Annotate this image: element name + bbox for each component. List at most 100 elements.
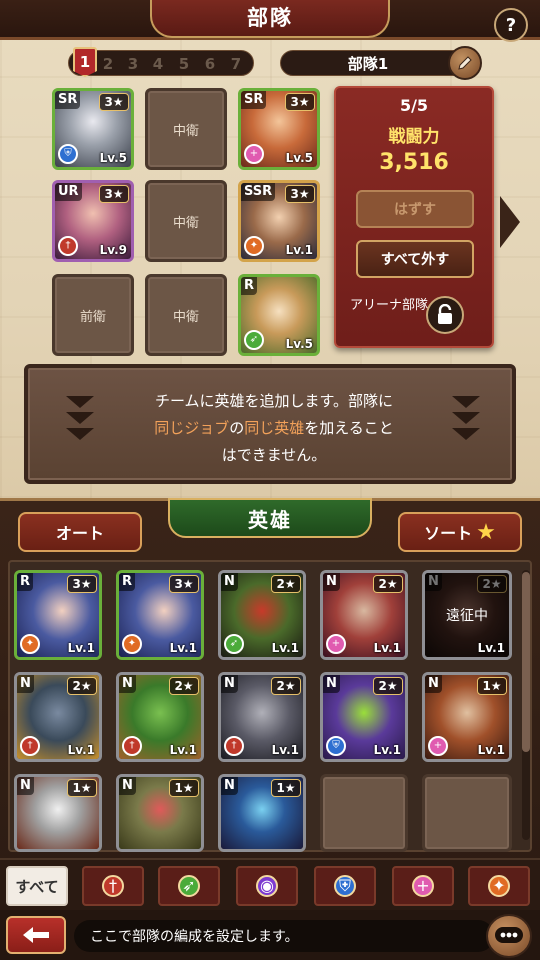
filter-tab-mask[interactable]: ◉ (236, 866, 298, 906)
next-page-arrow[interactable] (500, 196, 520, 248)
hero-level: Lv.5 (99, 151, 127, 165)
filter-tab-bow[interactable]: ➶ (158, 866, 220, 906)
rarity-badge: UR (55, 183, 82, 201)
rarity-badge: N (221, 573, 238, 591)
edit-name-button[interactable] (448, 46, 482, 80)
formation-slot-6[interactable]: SSR 3★ ✦ Lv.1 (238, 180, 320, 262)
squad-page-tab-2[interactable]: 2 (99, 54, 117, 74)
filter-tab-sword[interactable]: † (82, 866, 144, 906)
hero-card[interactable]: N 2★ † Lv.1 (218, 672, 306, 762)
fire-icon: ✦ (20, 634, 40, 654)
hero-level: Lv.1 (271, 641, 299, 655)
hero-card[interactable]: R 3★ ✦ Lv.1 (14, 570, 102, 660)
star-badge: 3★ (285, 185, 315, 203)
hero-card[interactable]: R 3★ ✦ Lv.1 (116, 570, 204, 660)
remove-button[interactable]: はずす (356, 190, 474, 228)
hero-level: Lv.1 (169, 641, 197, 655)
slot-position-label: 中衛 (172, 215, 199, 231)
chat-button[interactable] (486, 914, 532, 958)
formation-slot-7[interactable]: 前衛 (52, 274, 134, 356)
hero-level: Lv.1 (373, 641, 401, 655)
arena-lock-button[interactable] (426, 296, 464, 334)
hero-level: Lv.1 (285, 243, 313, 257)
star-badge: 2★ (373, 677, 403, 695)
message-highlight-job: 同じジョブ (154, 419, 230, 437)
rarity-badge: N (119, 777, 136, 795)
squad-page-tab-4[interactable]: 4 (149, 54, 167, 74)
auto-button[interactable]: オート (18, 512, 142, 552)
rarity-badge: N (17, 675, 34, 693)
hero-card[interactable]: N 1★ (14, 774, 102, 852)
squad-page-tab-5[interactable]: 5 (175, 54, 193, 74)
arena-squad-label: アリーナ部隊 (350, 298, 429, 313)
formation-slot-8[interactable]: 中衛 (145, 274, 227, 356)
hero-card[interactable]: N 2★ ⛨ Lv.1 (320, 672, 408, 762)
bow-icon: ➶ (178, 875, 200, 897)
hero-level: Lv.5 (285, 151, 313, 165)
hero-card[interactable]: N 2★ 遠征中 Lv.1 (422, 570, 512, 660)
rarity-badge: R (17, 573, 34, 591)
sort-label: ソート (424, 524, 473, 543)
sword-icon: † (58, 236, 78, 256)
fire-icon: ✦ (244, 236, 264, 256)
filter-tab-fire[interactable]: ✦ (468, 866, 530, 906)
remove-all-button[interactable]: すべて外す (356, 240, 474, 278)
hero-card[interactable]: N 2★ † Lv.1 (14, 672, 102, 762)
chevron-down-icon (452, 428, 480, 440)
filter-tab-heal[interactable]: + (392, 866, 454, 906)
message-line-1: チームに英雄を追加します。部隊に (154, 392, 394, 410)
hero-card[interactable]: N 2★ ➶ Lv.1 (218, 570, 306, 660)
info-message-text: チームに英雄を追加します。部隊に 同じジョブの同じ英雄を加えること はできません… (118, 388, 430, 469)
hero-level: Lv.1 (271, 743, 299, 757)
formation-slot-1[interactable]: SR 3★ ⛨ Lv.5 (52, 88, 134, 170)
squad-page-tab-3[interactable]: 3 (124, 54, 142, 74)
hero-card[interactable]: N 1★ (116, 774, 204, 852)
hero-level: Lv.1 (477, 743, 505, 757)
bow-icon: ➶ (244, 330, 264, 350)
heroes-title: 英雄 (168, 498, 372, 538)
member-count: 5/5 (399, 96, 429, 115)
hero-card[interactable]: N 1★ + Lv.1 (422, 672, 512, 762)
formation-slot-3[interactable]: SR 3★ + Lv.5 (238, 88, 320, 170)
filter-tab-shield[interactable]: ⛨ (314, 866, 376, 906)
message-line-2-a: の (229, 419, 245, 437)
message-highlight-hero: 同じ英雄 (244, 419, 305, 437)
heal-icon: + (244, 144, 264, 164)
message-line-2-b: を加えること (304, 419, 394, 437)
squad-page-tabs: 1 2 3 4 5 6 7 (68, 47, 254, 77)
squad-page-tab-1[interactable]: 1 (73, 47, 97, 77)
formation-slot-2[interactable]: 中衛 (145, 88, 227, 170)
star-badge: 3★ (99, 93, 129, 111)
slot-position-label: 前衛 (79, 309, 106, 325)
scroll-thumb[interactable] (522, 572, 530, 752)
hero-card[interactable]: N 1★ (218, 774, 306, 852)
hero-list-scrollbar[interactable] (522, 570, 530, 840)
formation-slot-5[interactable]: 中衛 (145, 180, 227, 262)
star-badge: 2★ (373, 575, 403, 593)
rarity-badge: SR (241, 91, 267, 109)
help-button[interactable]: ? (494, 8, 528, 42)
hero-level: Lv.1 (67, 641, 95, 655)
formation-slot-4[interactable]: UR 3★ † Lv.9 (52, 180, 134, 262)
star-badge: 2★ (67, 677, 97, 695)
formation-slot-9[interactable]: R ➶ Lv.5 (238, 274, 320, 356)
mask-icon: ◉ (256, 875, 278, 897)
filter-tab-all[interactable]: すべて (6, 866, 68, 906)
squad-page-tab-7[interactable]: 7 (227, 54, 245, 74)
status-message: ここで部隊の編成を設定します。 (74, 920, 494, 952)
chevron-down-icon (452, 412, 480, 424)
hero-card[interactable]: N 2★ + Lv.1 (320, 570, 408, 660)
star-badge: 2★ (271, 677, 301, 695)
heal-icon: + (326, 634, 346, 654)
heal-icon: + (412, 875, 434, 897)
chevron-down-icon (66, 428, 94, 440)
shield-icon: ⛨ (58, 144, 78, 164)
star-badge: 3★ (169, 575, 199, 593)
power-panel: 5/5 戦闘力 3,516 はずす すべて外す アリーナ部隊 (334, 86, 494, 348)
sort-button[interactable]: ソート ★ (398, 512, 522, 552)
back-button[interactable] (6, 916, 66, 954)
squad-page-tab-6[interactable]: 6 (201, 54, 219, 74)
hero-card[interactable]: N 2★ † Lv.1 (116, 672, 204, 762)
star-badge: 3★ (285, 93, 315, 111)
hero-level: Lv.1 (373, 743, 401, 757)
